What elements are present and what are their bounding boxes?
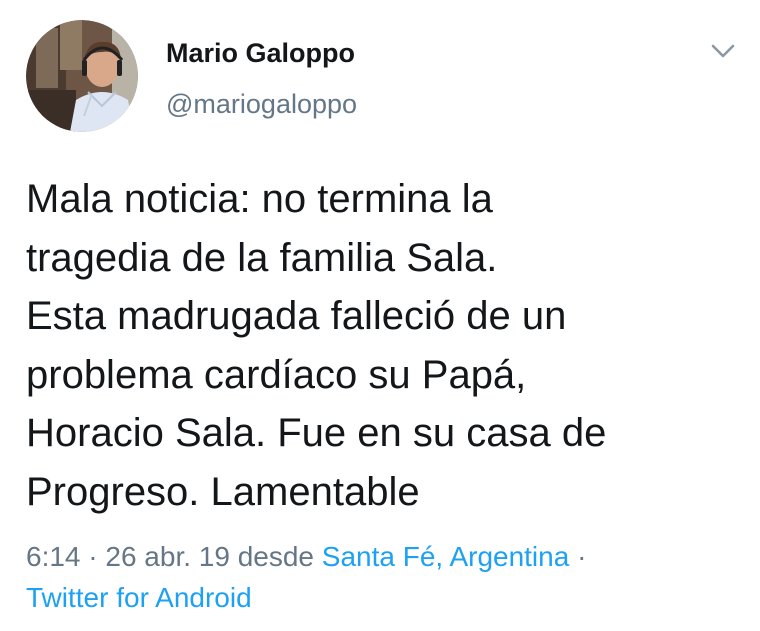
tweet-timestamp[interactable]: 6:14 · 26 abr. 19 [26, 541, 230, 572]
author-handle[interactable]: @mariogaloppo [166, 89, 357, 120]
tweet-text-line: Esta madrugada falleció de un [26, 294, 567, 338]
metadata-line-1: 6:14 · 26 abr. 19 desde Santa Fé, Argent… [26, 536, 746, 577]
from-label: desde [237, 541, 315, 572]
author-display-name[interactable]: Mario Galoppo [166, 38, 355, 69]
tweet-text-line: Mala noticia: no termina la [26, 177, 493, 221]
author-avatar[interactable] [26, 20, 138, 132]
tweet-text: Mala noticia: no termina la tragedia de … [26, 170, 746, 521]
source-link[interactable]: Twitter for Android [26, 582, 252, 613]
tweet-card: Mario Galoppo @mariogaloppo Mala noticia… [0, 0, 760, 631]
profile-photo-icon [26, 20, 138, 132]
tweet-menu-button[interactable] [706, 36, 740, 66]
metadata-line-2: Twitter for Android [26, 577, 746, 618]
tweet-text-line: problema cardíaco su Papá, [26, 352, 527, 397]
location-link[interactable]: Santa Fé, Argentina [322, 541, 570, 572]
tweet-metadata: 6:14 · 26 abr. 19 desde Santa Fé, Argent… [26, 536, 746, 618]
tweet-text-line: Progreso. Lamentable [26, 469, 420, 514]
separator-dot: · [577, 541, 587, 572]
chevron-down-icon [711, 44, 735, 58]
tweet-text-line: Horacio Sala. Fue en su casa de [26, 411, 607, 455]
tweet-text-line: tragedia de la familia Sala. [26, 235, 498, 280]
